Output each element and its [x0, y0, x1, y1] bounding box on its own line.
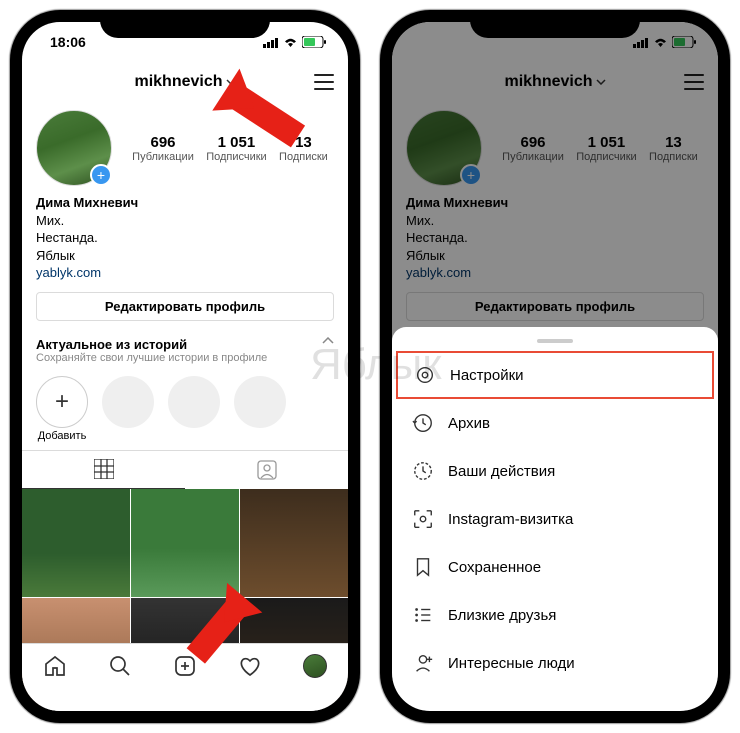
stat-posts[interactable]: 696 Публикации	[132, 134, 194, 163]
tab-grid[interactable]	[22, 451, 185, 489]
home-icon[interactable]	[43, 654, 67, 678]
followers-label: Подписчики	[206, 151, 267, 163]
menu-label: Архив	[448, 415, 490, 432]
highlight-placeholder	[234, 376, 286, 428]
username-dropdown[interactable]: mikhnevich	[134, 73, 235, 91]
menu-sheet: Настройки Архив Ваши действия Instagram-…	[392, 327, 718, 711]
battery-icon	[302, 36, 326, 48]
post-thumbnail[interactable]	[240, 489, 348, 597]
menu-item-nametag[interactable]: Instagram-визитка	[392, 495, 718, 543]
highlight-placeholder	[102, 376, 154, 428]
wifi-icon	[283, 37, 298, 48]
menu-label: Интересные люди	[448, 655, 575, 672]
heart-icon[interactable]	[238, 654, 262, 678]
highlights-row: + Добавить	[22, 370, 348, 450]
screen: mikhnevich + 696 Публикации 1 051 Подпис…	[392, 22, 718, 711]
signal-icon	[263, 37, 279, 48]
followers-count: 1 051	[206, 134, 267, 151]
add-story-badge[interactable]: +	[90, 164, 112, 186]
grid-icon	[94, 459, 114, 479]
bookmark-icon	[412, 556, 434, 578]
post-thumbnail[interactable]	[131, 489, 239, 597]
stats: 696 Публикации 1 051 Подписчики 13 Подпи…	[126, 134, 334, 163]
username-label: mikhnevich	[134, 73, 222, 91]
top-bar: mikhnevich	[22, 62, 348, 102]
bio: Дима Михневич Мих. Нестанда. Яблык yably…	[22, 194, 348, 282]
profile-nav-avatar[interactable]	[303, 654, 327, 678]
notch	[100, 10, 270, 38]
posts-count: 696	[132, 134, 194, 151]
profile-tabs	[22, 450, 348, 489]
tagged-icon	[256, 459, 278, 481]
highlight-add-label: Добавить	[36, 430, 88, 442]
menu-item-settings[interactable]: Настройки	[396, 351, 714, 399]
bio-name: Дима Михневич	[36, 194, 334, 212]
menu-label: Настройки	[450, 367, 524, 384]
notch	[470, 10, 640, 38]
stat-followers[interactable]: 1 051 Подписчики	[206, 134, 267, 163]
highlights-subtitle: Сохраняйте свои лучшие истории в профиле	[22, 352, 348, 370]
add-post-icon[interactable]	[173, 654, 197, 678]
menu-item-archive[interactable]: Архив	[392, 399, 718, 447]
bio-line: Нестанда.	[36, 229, 334, 247]
post-thumbnail[interactable]	[22, 489, 130, 597]
plus-icon: +	[36, 376, 88, 428]
phone-right: mikhnevich + 696 Публикации 1 051 Подпис…	[380, 10, 730, 723]
discover-people-icon	[412, 652, 434, 674]
bio-line: Яблык	[36, 247, 334, 265]
menu-item-close-friends[interactable]: Близкие друзья	[392, 591, 718, 639]
chevron-up-icon	[322, 337, 334, 345]
edit-profile-button[interactable]: Редактировать профиль	[36, 292, 334, 321]
menu-item-activity[interactable]: Ваши действия	[392, 447, 718, 495]
highlights-title: Актуальное из историй	[36, 337, 187, 352]
bio-link[interactable]: yablyk.com	[36, 264, 334, 282]
status-icons	[263, 36, 326, 48]
archive-icon	[412, 412, 434, 434]
activity-icon	[412, 460, 434, 482]
phone-left: 18:06 mikhnevich + 696 Публикаци	[10, 10, 360, 723]
tab-tagged[interactable]	[185, 451, 348, 489]
menu-label: Instagram-визитка	[448, 511, 573, 528]
menu-item-discover[interactable]: Интересные люди	[392, 639, 718, 687]
bottom-nav	[22, 643, 348, 711]
menu-button[interactable]	[314, 74, 334, 90]
profile-header: + 696 Публикации 1 051 Подписчики 13 Под…	[22, 102, 348, 194]
menu-label: Сохраненное	[448, 559, 541, 576]
posts-label: Публикации	[132, 151, 194, 163]
menu-label: Близкие друзья	[448, 607, 556, 624]
sheet-handle[interactable]	[537, 339, 573, 343]
nametag-icon	[412, 508, 434, 530]
highlight-placeholder	[168, 376, 220, 428]
highlight-add[interactable]: + Добавить	[36, 376, 88, 442]
avatar-wrap[interactable]: +	[36, 110, 112, 186]
search-icon[interactable]	[108, 654, 132, 678]
menu-item-saved[interactable]: Сохраненное	[392, 543, 718, 591]
menu-label: Ваши действия	[448, 463, 555, 480]
highlights-header[interactable]: Актуальное из историй	[22, 331, 348, 352]
following-label: Подписки	[279, 151, 328, 163]
status-time: 18:06	[50, 34, 86, 50]
bio-line: Мих.	[36, 212, 334, 230]
list-icon	[412, 604, 434, 626]
gear-icon	[414, 364, 436, 386]
